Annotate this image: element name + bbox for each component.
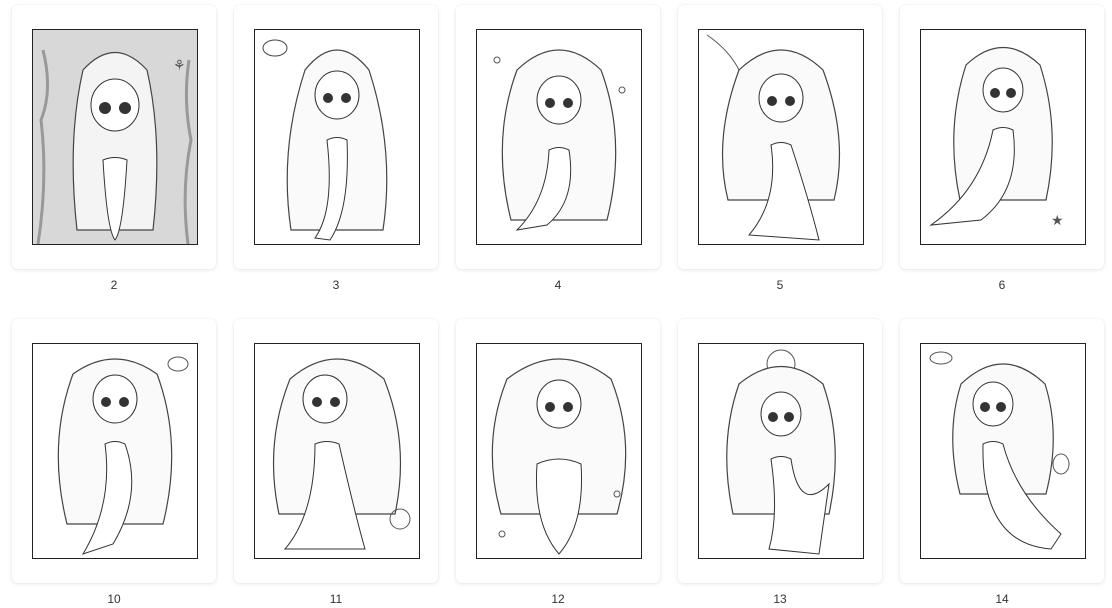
mermaid-illustration bbox=[920, 343, 1086, 559]
page-number-label: 14 bbox=[995, 592, 1009, 606]
page-thumbnail-10[interactable]: 10 bbox=[12, 319, 216, 606]
page-number-label: 13 bbox=[773, 592, 787, 606]
page-thumbnail-6[interactable]: ★ 6 bbox=[900, 5, 1104, 292]
page-thumbnail-13[interactable]: 13 bbox=[678, 319, 882, 606]
page-number-label: 6 bbox=[998, 278, 1006, 292]
mermaid-illustration bbox=[254, 343, 420, 559]
mermaid-illustration bbox=[698, 343, 864, 559]
page-thumbnail-2[interactable]: ⚘ 2 bbox=[12, 5, 216, 292]
page-number-label: 5 bbox=[776, 278, 784, 292]
svg-text:★: ★ bbox=[1051, 212, 1064, 228]
page-number-label: 3 bbox=[332, 278, 340, 292]
page-number-label: 12 bbox=[551, 592, 565, 606]
page-number-label: 10 bbox=[107, 592, 121, 606]
mermaid-illustration bbox=[32, 343, 198, 559]
page-thumbnail-3[interactable]: 3 bbox=[234, 5, 438, 292]
mermaid-illustration bbox=[476, 343, 642, 559]
mermaid-illustration bbox=[698, 29, 864, 245]
page-number-label: 4 bbox=[554, 278, 562, 292]
page-thumbnail-11[interactable]: 11 bbox=[234, 319, 438, 606]
page-thumbnail-4[interactable]: 4 bbox=[456, 5, 660, 292]
svg-text:⚘: ⚘ bbox=[173, 57, 186, 73]
mermaid-illustration: ⚘ bbox=[32, 29, 198, 245]
page-number-label: 2 bbox=[110, 278, 118, 292]
page-thumbnail-5[interactable]: 5 bbox=[678, 5, 882, 292]
page-number-label: 11 bbox=[329, 592, 343, 606]
mermaid-illustration bbox=[254, 29, 420, 245]
mermaid-illustration bbox=[476, 29, 642, 245]
thumbnail-grid: ⚘ 2 3 4 5 ★ 6 10 11 12 13 14 bbox=[0, 0, 1112, 608]
page-thumbnail-12[interactable]: 12 bbox=[456, 319, 660, 606]
mermaid-illustration: ★ bbox=[920, 29, 1086, 245]
page-thumbnail-14[interactable]: 14 bbox=[900, 319, 1104, 606]
